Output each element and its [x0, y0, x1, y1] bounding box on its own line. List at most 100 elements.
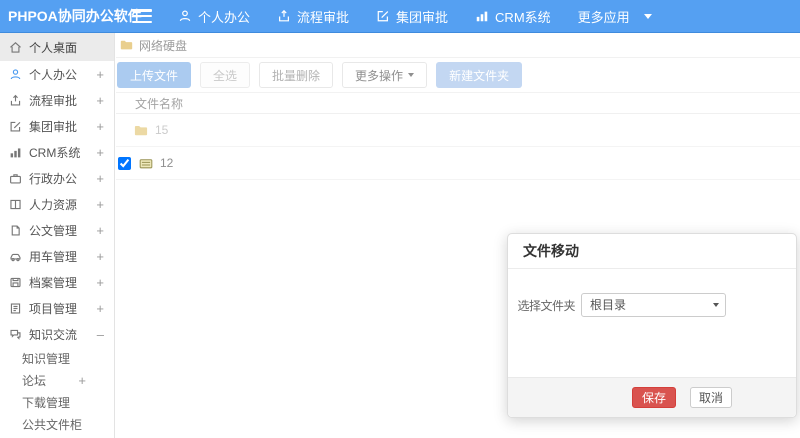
dialog-footer: 保存 取消 [508, 377, 796, 417]
file-name: 15 [155, 123, 169, 137]
brand-title: PHPOA协同办公软件 [8, 8, 142, 24]
nav-crm-system[interactable]: CRM系统 [475, 7, 551, 26]
dialog-title: 文件移动 [523, 243, 579, 259]
edit-icon [376, 9, 390, 23]
disk-icon [138, 156, 154, 171]
folder-select[interactable]: 根目录 [581, 293, 726, 317]
caret-down-icon [408, 73, 415, 77]
sidebar-item-project-management[interactable]: 项目管理 + [0, 295, 114, 321]
sidebar-item-label: 项目管理 [29, 301, 78, 316]
edit-icon [9, 120, 22, 133]
sidebar-item-label: 公文管理 [29, 223, 78, 238]
sidebar-item-forum[interactable]: 论坛 + [22, 369, 114, 391]
sidebar-item-document-management[interactable]: 公文管理 + [0, 217, 114, 243]
expand-plus-icon[interactable]: + [96, 249, 104, 264]
expand-plus-icon[interactable]: + [78, 373, 86, 388]
collapse-minus-icon[interactable]: – [97, 327, 104, 342]
nav-group-approval[interactable]: 集团审批 [376, 7, 448, 26]
save-button[interactable]: 保存 [631, 387, 676, 408]
expand-plus-icon[interactable]: + [96, 145, 104, 160]
nav-workflow-approval[interactable]: 流程审批 [277, 7, 349, 26]
sidebar-item-download-management[interactable]: 下载管理 [22, 391, 114, 413]
bar-chart-icon [9, 146, 22, 159]
user-icon [9, 68, 22, 81]
sidebar-item-human-resources[interactable]: 人力资源 + [0, 191, 114, 217]
sidebar-item-vehicle-management[interactable]: 用车管理 + [0, 243, 114, 269]
file-icon [9, 224, 22, 237]
nav-more-apps[interactable]: 更多应用 [578, 7, 652, 26]
sidebar: 个人桌面 个人办公 + 流程审批 + 集团审批 + CRM系统 + 行政办公 +… [0, 33, 115, 438]
sidebar-item-knowledge-exchange[interactable]: 知识交流 – [0, 321, 114, 347]
sidebar-item-personal-desktop[interactable]: 个人桌面 [0, 33, 114, 61]
expand-plus-icon[interactable]: + [96, 275, 104, 290]
folder-select-label: 选择文件夹 [517, 298, 575, 313]
chat-icon [9, 328, 22, 341]
file-table-header: 文件名称 [116, 92, 800, 114]
sidebar-item-label: 个人办公 [29, 67, 78, 82]
folder-select-wrap: 根目录 [581, 293, 726, 317]
breadcrumb-label: 网络硬盘 [139, 38, 188, 53]
sidebar-item-personal-office[interactable]: 个人办公 + [0, 61, 114, 87]
table-row[interactable]: 15 [116, 114, 800, 147]
sidebar-item-crm-system[interactable]: CRM系统 + [0, 139, 114, 165]
batch-delete-button[interactable]: 批量删除 [259, 62, 334, 88]
expand-plus-icon[interactable]: + [96, 171, 104, 186]
file-table: 文件名称 15 12 [116, 92, 800, 180]
sidebar-item-label: 公共文件柜 [22, 417, 83, 432]
more-operations-button[interactable]: 更多操作 [342, 62, 428, 88]
folder-select-row: 选择文件夹 根目录 [508, 293, 796, 317]
row-checkbox[interactable] [118, 156, 131, 170]
home-icon [9, 41, 22, 54]
sidebar-item-group-approval[interactable]: 集团审批 + [0, 113, 114, 139]
expand-plus-icon[interactable]: + [96, 93, 104, 108]
sidebar-item-label: 用车管理 [29, 249, 78, 264]
expand-plus-icon[interactable]: + [96, 197, 104, 212]
expand-plus-icon[interactable]: + [96, 119, 104, 134]
expand-plus-icon[interactable]: + [96, 223, 104, 238]
sidebar-item-public-file-cabinet[interactable]: 公共文件柜 [22, 413, 114, 435]
folder-icon [133, 123, 149, 138]
expand-plus-icon[interactable]: + [96, 67, 104, 82]
project-doc-icon [9, 302, 22, 315]
topbar: PHPOA协同办公软件 个人办公 流程审批 集团审批 CRM系统 更多应用 [0, 0, 800, 33]
archive-icon [9, 276, 22, 289]
book-icon [9, 198, 22, 211]
bar-chart-icon [475, 9, 489, 23]
breadcrumb: 网络硬盘 [116, 33, 800, 58]
toolbar: 上传文件 全选 批量删除 更多操作 新建文件夹 [117, 62, 523, 88]
sidebar-item-label: CRM系统 [29, 145, 81, 160]
folder-icon [119, 38, 134, 52]
upload-icon [9, 94, 22, 107]
sidebar-item-knowledge-management[interactable]: 知识管理 [22, 347, 114, 369]
dialog-body: 选择文件夹 根目录 [508, 269, 796, 378]
nav-label: 流程审批 [297, 9, 350, 25]
upload-icon [277, 9, 291, 23]
upload-file-button[interactable]: 上传文件 [117, 62, 192, 88]
hamburger-menu-icon[interactable] [132, 9, 152, 23]
expand-plus-icon[interactable]: + [96, 301, 104, 316]
sidebar-item-archive-management[interactable]: 档案管理 + [0, 269, 114, 295]
car-icon [9, 250, 22, 263]
new-folder-button[interactable]: 新建文件夹 [436, 62, 523, 88]
sidebar-item-label: 下载管理 [22, 395, 71, 410]
app-root: PHPOA协同办公软件 个人办公 流程审批 集团审批 CRM系统 更多应用 个人… [0, 0, 800, 438]
sidebar-item-label: 个人桌面 [29, 40, 78, 55]
nav-personal-office[interactable]: 个人办公 [178, 7, 250, 26]
select-all-button[interactable]: 全选 [200, 62, 251, 88]
file-name: 12 [160, 156, 174, 170]
dialog-header: 文件移动 [508, 234, 796, 269]
column-header-file-name: 文件名称 [135, 96, 184, 111]
sidebar-item-admin-office[interactable]: 行政办公 + [0, 165, 114, 191]
sidebar-item-label: 论坛 [22, 373, 47, 388]
sidebar-item-label: 行政办公 [29, 171, 78, 186]
more-operations-label: 更多操作 [355, 68, 404, 83]
briefcase-icon [9, 172, 22, 185]
sidebar-item-workflow-approval[interactable]: 流程审批 + [0, 87, 114, 113]
nav-label: 集团审批 [396, 9, 449, 25]
nav-label: 更多应用 [577, 9, 630, 25]
cancel-button[interactable]: 取消 [689, 387, 732, 408]
table-row[interactable]: 12 [116, 147, 800, 180]
sidebar-item-label: 集团审批 [29, 119, 78, 134]
sidebar-item-label: 人力资源 [29, 197, 78, 212]
sidebar-submenu-knowledge: 知识管理 论坛 + 下载管理 公共文件柜 [0, 347, 114, 435]
